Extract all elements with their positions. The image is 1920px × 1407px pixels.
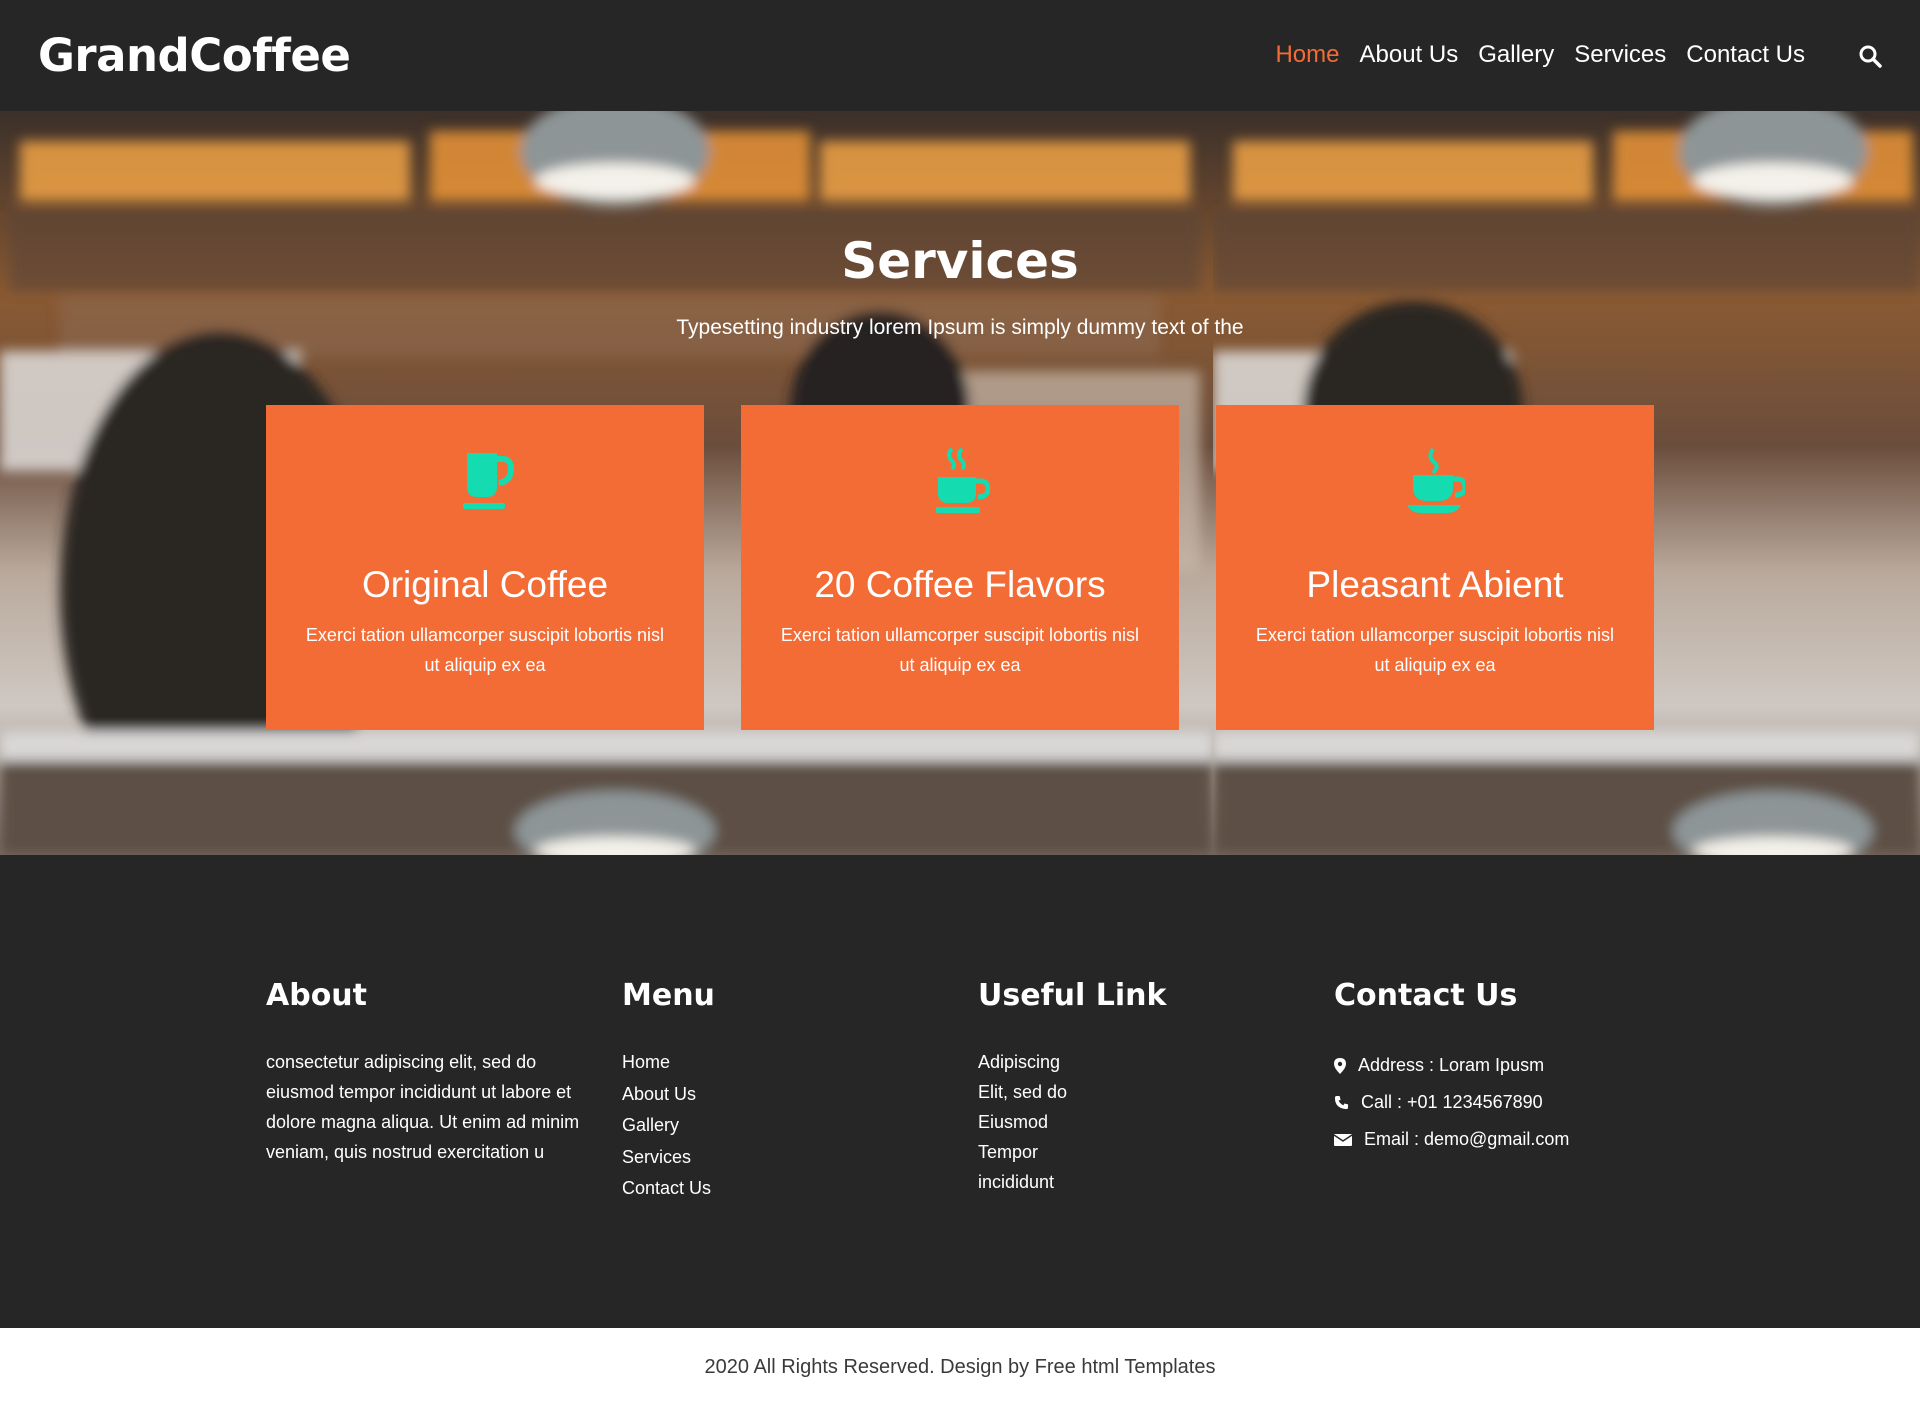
footer-about-text: consectetur adipiscing elit, sed do eius…	[266, 1052, 580, 1162]
card-title: 20 Coffee Flavors	[814, 564, 1106, 605]
card-title: Pleasant Abient	[1306, 564, 1564, 605]
contact-email-text: Email : demo@gmail.com	[1364, 1129, 1570, 1149]
phone-icon	[1334, 1095, 1349, 1110]
contact-address: Address : Loram Ipusm	[1334, 1047, 1569, 1084]
footer-useful-link[interactable]: Adipiscing	[978, 1047, 1166, 1077]
envelope-icon	[1334, 1133, 1352, 1146]
card-text: Exerci tation ullamcorper suscipit lobor…	[305, 625, 665, 675]
site-footer: About consectetur adipiscing elit, sed d…	[0, 855, 1920, 1328]
footer-menu-link-gallery[interactable]: Gallery	[622, 1110, 715, 1142]
steaming-cup-icon	[936, 447, 990, 513]
map-marker-icon	[1334, 1057, 1346, 1074]
footer-contact-title: Contact Us	[1334, 978, 1518, 1013]
footer-useful-link[interactable]: Tempor	[978, 1137, 1166, 1167]
contact-phone: Call : +01 1234567890	[1334, 1084, 1569, 1121]
footer-menu-link-contact-us[interactable]: Contact Us	[622, 1173, 715, 1205]
page-subtitle: Typesetting industry lorem Ipsum is simp…	[676, 316, 1244, 339]
service-card-pleasant-abient[interactable]: Pleasant Abient Exerci tation ullamcorpe…	[1216, 405, 1654, 730]
nav-services[interactable]: Services	[1574, 38, 1666, 72]
nav-contact-us[interactable]: Contact Us	[1686, 38, 1805, 72]
footer-useful-links: Useful Link Adipiscing Elit, sed do Eius…	[978, 975, 1166, 1197]
footer-about-title: About	[266, 978, 368, 1013]
coffee-cup-icon	[1407, 447, 1465, 513]
service-card-coffee-flavors[interactable]: 20 Coffee Flavors Exerci tation ullamcor…	[741, 405, 1179, 730]
nav-gallery[interactable]: Gallery	[1478, 38, 1554, 72]
footer-menu-link-about-us[interactable]: About Us	[622, 1079, 715, 1111]
footer-useful-link[interactable]: Elit, sed do	[978, 1077, 1166, 1107]
card-title: Original Coffee	[361, 564, 609, 605]
footer-menu: Menu Home About Us Gallery Services Cont…	[622, 975, 715, 1205]
brand-logo[interactable]: GrandCoffee	[38, 26, 351, 86]
services-hero: Services Typesetting industry lorem Ipsu…	[0, 111, 1920, 855]
footer-menu-title: Menu	[622, 978, 715, 1013]
footer-useful-title: Useful Link	[978, 978, 1167, 1013]
footer-contact: Contact Us Address : Loram Ipusm Call : …	[1334, 975, 1569, 1158]
nav-home[interactable]: Home	[1275, 38, 1339, 72]
copyright-bar: 2020 All Rights Reserved. Design by Free…	[0, 1328, 1920, 1407]
search-icon[interactable]	[1858, 44, 1882, 68]
footer-about: About consectetur adipiscing elit, sed d…	[266, 975, 592, 1167]
footer-useful-link[interactable]: Eiusmod	[978, 1107, 1166, 1137]
footer-menu-link-home[interactable]: Home	[622, 1047, 715, 1079]
main-nav: Home About Us Gallery Services Contact U…	[1255, 38, 1837, 72]
card-text: Exerci tation ullamcorper suscipit lobor…	[1255, 625, 1615, 675]
coffee-mug-icon	[463, 453, 515, 509]
copyright-text: 2020 All Rights Reserved. Design by Free…	[704, 1356, 1216, 1378]
site-header: GrandCoffee Home About Us Gallery Servic…	[0, 0, 1920, 111]
contact-address-text: Address : Loram Ipusm	[1358, 1055, 1545, 1075]
page-title: Services	[841, 232, 1079, 290]
nav-about-us[interactable]: About Us	[1360, 38, 1459, 72]
card-text: Exerci tation ullamcorper suscipit lobor…	[780, 625, 1140, 675]
contact-email: Email : demo@gmail.com	[1334, 1121, 1569, 1158]
contact-phone-text: Call : +01 1234567890	[1361, 1092, 1543, 1112]
footer-useful-link[interactable]: incididunt	[978, 1167, 1166, 1197]
service-card-original-coffee[interactable]: Original Coffee Exerci tation ullamcorpe…	[266, 405, 704, 730]
footer-menu-link-services[interactable]: Services	[622, 1142, 715, 1174]
